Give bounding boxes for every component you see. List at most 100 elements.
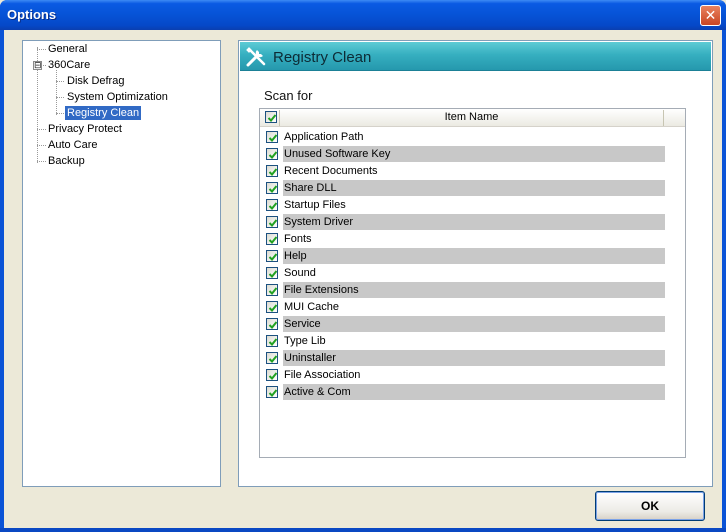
list-item[interactable]: Unused Software Key [260, 146, 685, 162]
item-checkbox[interactable] [266, 182, 278, 194]
item-checkbox[interactable] [266, 233, 278, 245]
checkmark-icon [268, 355, 278, 363]
list-item[interactable]: Startup Files [260, 197, 685, 213]
tree-item-registry-clean[interactable]: Registry Clean [65, 106, 142, 120]
checkmark-icon [268, 287, 278, 295]
list-item[interactable]: Application Path [260, 129, 685, 145]
list-item-label: MUI Cache [284, 301, 340, 313]
list-item-label: Uninstaller [283, 350, 665, 366]
tree-connector [37, 161, 46, 162]
list-item[interactable]: File Extensions [260, 282, 685, 298]
tree-connector [56, 97, 64, 98]
item-checkbox[interactable] [266, 267, 278, 279]
checkmark-icon [268, 202, 278, 210]
item-checkbox[interactable] [266, 369, 278, 381]
ok-button[interactable]: OK [595, 491, 705, 521]
scan-for-label: Scan for [264, 88, 313, 103]
options-window: Options ✕ ⊟ General 360Care Disk Defrag … [0, 0, 726, 532]
list-item[interactable]: File Association [260, 367, 685, 383]
checkmark-icon [268, 304, 278, 312]
checkmark-icon [268, 134, 278, 142]
item-checkbox[interactable] [266, 318, 278, 330]
item-checkbox[interactable] [266, 216, 278, 228]
tree-connector [56, 70, 57, 115]
list-item-label: Service [283, 316, 665, 332]
list-item[interactable]: Active & Com [260, 384, 685, 400]
list-item[interactable]: Service [260, 316, 685, 332]
list-item-label: Application Path [284, 131, 364, 143]
tree-connector [56, 81, 64, 82]
tree-connector [37, 145, 46, 146]
item-checkbox[interactable] [266, 386, 278, 398]
checkmark-icon [268, 389, 278, 397]
title-bar[interactable]: Options ✕ [0, 0, 726, 30]
checkmark-icon [268, 219, 278, 227]
list-item[interactable]: MUI Cache [260, 299, 685, 315]
checkmark-icon [268, 168, 278, 176]
tree-item-disk-defrag[interactable]: Disk Defrag [65, 74, 126, 88]
list-item-label: File Extensions [283, 282, 665, 298]
checkmark-icon [268, 270, 278, 278]
checkmark-icon [268, 321, 278, 329]
close-button[interactable]: ✕ [700, 5, 721, 26]
checkmark-icon [268, 151, 278, 159]
panel-header: Registry Clean [240, 42, 711, 71]
checkmark-icon [267, 114, 277, 122]
column-header-item-name[interactable]: Item Name [280, 111, 663, 123]
checkmark-icon [268, 372, 278, 380]
tree-item-general[interactable]: General [46, 42, 89, 56]
item-checkbox[interactable] [266, 165, 278, 177]
checkmark-icon [268, 185, 278, 193]
scan-items-list[interactable]: Item Name Application Path Unused Softwar… [259, 108, 686, 458]
list-item[interactable]: System Driver [260, 214, 685, 230]
dialog-body: ⊟ General 360Care Disk Defrag System Opt… [4, 30, 722, 528]
list-item-label: Startup Files [284, 199, 346, 211]
list-item-label: Active & Com [283, 384, 665, 400]
tree-connector [56, 113, 64, 114]
list-item[interactable]: Sound [260, 265, 685, 281]
list-item-label: File Association [284, 369, 361, 381]
item-checkbox[interactable] [266, 148, 278, 160]
tree-connector [37, 129, 46, 130]
list-item[interactable]: Recent Documents [260, 163, 685, 179]
item-checkbox[interactable] [266, 250, 278, 262]
list-item[interactable]: Uninstaller [260, 350, 685, 366]
item-checkbox[interactable] [266, 335, 278, 347]
item-checkbox[interactable] [266, 352, 278, 364]
item-checkbox[interactable] [266, 131, 278, 143]
list-item[interactable]: Type Lib [260, 333, 685, 349]
list-item-label: System Driver [283, 214, 665, 230]
tree-connector [37, 49, 46, 50]
collapse-360care-icon[interactable]: ⊟ [33, 61, 42, 70]
list-item-label: Share DLL [283, 180, 665, 196]
list-item-label: Fonts [284, 233, 312, 245]
item-checkbox[interactable] [266, 199, 278, 211]
list-item-label: Type Lib [284, 335, 326, 347]
tools-icon [246, 47, 266, 67]
checkmark-icon [268, 236, 278, 244]
tree-item-backup[interactable]: Backup [46, 154, 87, 168]
item-checkbox[interactable] [266, 301, 278, 313]
tree-item-360care[interactable]: 360Care [46, 58, 92, 72]
list-item-label: Help [283, 248, 665, 264]
checkmark-icon [268, 338, 278, 346]
item-checkbox[interactable] [266, 284, 278, 296]
tree-item-system-optimization[interactable]: System Optimization [65, 90, 170, 104]
window-frame [0, 528, 726, 532]
tree-item-privacy-protect[interactable]: Privacy Protect [46, 122, 124, 136]
list-item[interactable]: Help [260, 248, 685, 264]
category-tree[interactable]: ⊟ General 360Care Disk Defrag System Opt… [22, 40, 221, 487]
registry-clean-panel: Registry Clean Scan for Item Name Applic… [238, 40, 713, 487]
window-title: Options [7, 7, 57, 22]
list-item-label: Unused Software Key [283, 146, 665, 162]
list-item-label: Sound [284, 267, 316, 279]
list-item[interactable]: Fonts [260, 231, 685, 247]
checkmark-icon [268, 253, 278, 261]
column-separator[interactable] [663, 110, 664, 126]
select-all-checkbox[interactable] [265, 111, 277, 123]
list-item-label: Recent Documents [284, 165, 378, 177]
list-item[interactable]: Share DLL [260, 180, 685, 196]
tree-item-auto-care[interactable]: Auto Care [46, 138, 100, 152]
panel-title: Registry Clean [273, 49, 372, 66]
list-header: Item Name [260, 109, 685, 127]
